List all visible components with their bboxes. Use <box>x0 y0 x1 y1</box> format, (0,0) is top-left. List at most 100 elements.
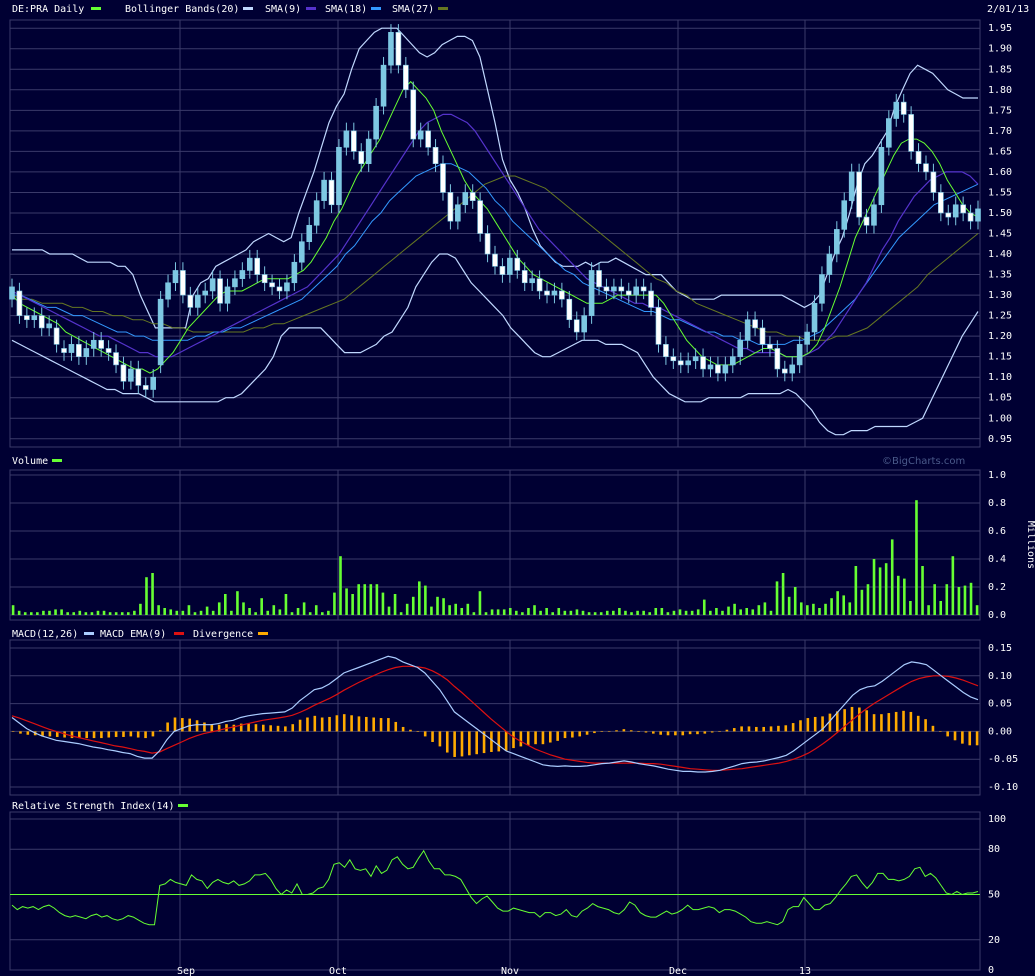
candle-body <box>61 348 67 353</box>
price-tick-label: 1.20 <box>988 331 1012 342</box>
macd-legend-divergence-swatch <box>258 632 268 635</box>
price-tick-label: 1.15 <box>988 352 1012 363</box>
volume-bar <box>278 609 282 615</box>
divergence-bar <box>600 731 604 732</box>
candle-body <box>886 118 892 148</box>
candle-body <box>559 290 565 300</box>
volume-bar <box>411 596 415 615</box>
volume-bar <box>284 594 288 615</box>
candle-body <box>328 179 335 206</box>
volume-bar <box>120 612 124 615</box>
divergence-bar <box>688 731 692 735</box>
volume-bar <box>11 605 15 615</box>
volume-bar <box>872 559 876 615</box>
volume-bar <box>533 605 536 615</box>
candle-body <box>455 204 461 222</box>
divergence-bar <box>725 729 729 732</box>
volume-bar <box>60 609 63 615</box>
divergence-bar <box>865 710 869 732</box>
candle-body <box>507 257 513 275</box>
candle-body <box>729 356 736 366</box>
candle-body <box>38 315 45 329</box>
price-tick-label: 1.35 <box>988 270 1012 281</box>
volume-bar <box>569 610 573 615</box>
candle-body <box>232 278 238 288</box>
rsi-legend-swatch <box>178 804 188 807</box>
volume-bar <box>787 596 791 615</box>
volume-bar <box>593 612 597 615</box>
volume-bar <box>545 608 548 615</box>
candle-body <box>707 364 714 370</box>
volume-bar <box>405 603 409 615</box>
divergence-bar <box>26 731 30 735</box>
candle-body <box>105 348 112 353</box>
candle-body <box>165 282 171 300</box>
candle-body <box>76 344 82 357</box>
volume-tick-label: 0.2 <box>988 582 1006 593</box>
chart-background <box>0 0 1035 976</box>
candle-body <box>53 327 60 345</box>
divergence-bar <box>269 725 272 732</box>
divergence-bar <box>946 731 949 737</box>
candle-body <box>603 286 610 292</box>
divergence-bar <box>924 719 927 732</box>
rsi-tick-label: 0 <box>988 965 994 976</box>
candle-body <box>908 114 914 152</box>
divergence-bar <box>939 731 942 732</box>
volume-bar <box>709 610 712 615</box>
divergence-bar <box>799 720 802 732</box>
volume-bar <box>884 563 888 615</box>
volume-bar <box>969 582 973 615</box>
volume-bar <box>612 610 615 615</box>
volume-bar <box>242 602 245 615</box>
candle-body <box>900 101 907 115</box>
price-tick-label: 1.40 <box>988 249 1012 260</box>
legend-sma18: SMA(18) <box>325 4 367 15</box>
divergence-bar <box>813 716 817 732</box>
volume-bar <box>163 608 166 615</box>
candle-body <box>633 286 639 296</box>
candle-body <box>157 298 164 366</box>
price-tick-label: 1.90 <box>988 44 1012 55</box>
volume-bar <box>684 610 688 615</box>
candle-body <box>90 339 97 349</box>
divergence-bar <box>247 723 250 732</box>
candle-body <box>975 208 981 222</box>
volume-bar <box>660 608 664 615</box>
divergence-bar <box>769 726 773 732</box>
volume-bar <box>302 602 306 615</box>
candle-body <box>536 278 543 292</box>
volume-bar <box>508 608 512 615</box>
divergence-bar <box>512 731 515 749</box>
candle-body <box>521 270 528 284</box>
volume-bar <box>72 612 76 615</box>
macd-tick-label: 0.15 <box>988 643 1012 654</box>
candle-body <box>365 138 372 165</box>
volume-bar <box>642 610 645 615</box>
candle-body <box>930 171 937 193</box>
volume-bar <box>945 584 949 615</box>
divergence-bar <box>438 731 442 747</box>
candle-body <box>83 348 90 357</box>
divergence-bar <box>181 718 184 732</box>
volume-tick-label: 1.0 <box>988 470 1006 481</box>
divergence-bar <box>379 718 383 732</box>
divergence-bar <box>284 726 287 732</box>
candle-body <box>98 339 104 349</box>
volume-bar <box>139 603 142 615</box>
divergence-bar <box>306 717 309 732</box>
price-tick-label: 1.60 <box>988 167 1012 178</box>
volume-bar <box>381 592 385 615</box>
candle-body <box>46 323 52 329</box>
candle-body <box>871 204 877 226</box>
candle-body <box>588 270 595 316</box>
volume-bar <box>860 589 864 615</box>
candle-body <box>269 282 275 288</box>
volume-bar <box>842 595 846 615</box>
volume-bar <box>757 605 761 615</box>
volume-bar <box>345 588 348 615</box>
candle-body <box>744 319 751 341</box>
volume-bar <box>775 581 779 615</box>
divergence-bar <box>291 724 295 732</box>
volume-bar <box>436 596 439 615</box>
